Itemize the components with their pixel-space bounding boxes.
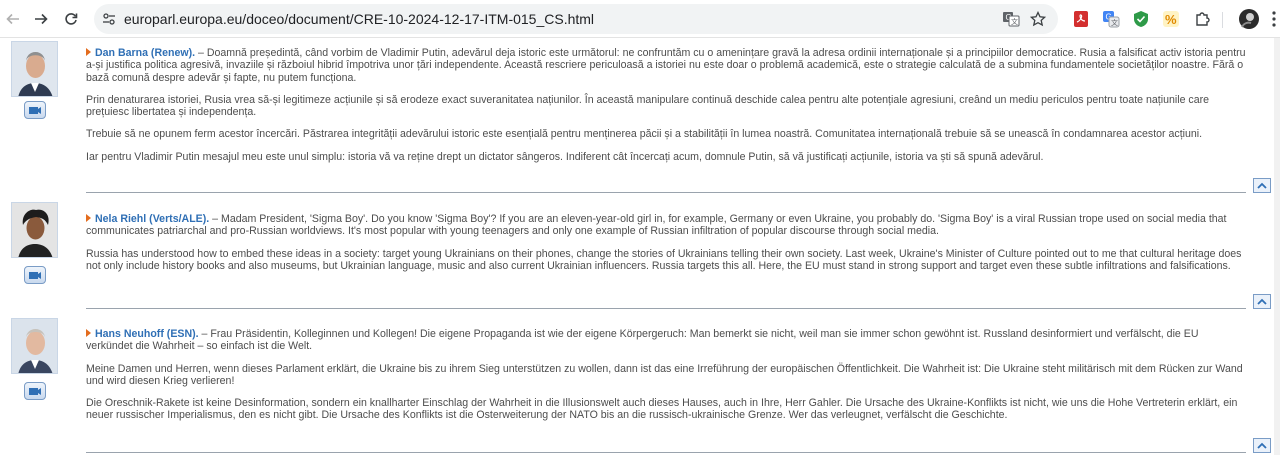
svg-text:文: 文 [1011, 17, 1018, 26]
speech-paragraph: – Doamnă președintă, când vorbim de Vlad… [86, 47, 1246, 84]
video-camera-icon [29, 387, 41, 395]
browser-menu-button[interactable] [1264, 9, 1280, 29]
video-camera-icon [29, 106, 41, 114]
forward-button[interactable] [28, 6, 54, 32]
coupon-extension-icon: % [1163, 11, 1179, 27]
speech-nela-riehl: Nela Riehl (Verts/ALE). – Madam Presiden… [86, 213, 1246, 282]
translate-extension-button[interactable]: G文 [1101, 9, 1121, 29]
speech-divider [86, 192, 1246, 193]
reload-button[interactable] [58, 6, 84, 32]
toolbar-separator [1222, 12, 1223, 28]
translate-icon: G文 [1003, 12, 1020, 27]
speaker-photo-hans-neuhoff [11, 318, 58, 374]
speaker-name-link[interactable]: Hans Neuhoff (ESN). [95, 328, 199, 340]
star-icon [1030, 11, 1046, 27]
speech-hans-neuhoff: Hans Neuhoff (ESN). – Frau Präsidentin, … [86, 328, 1246, 432]
back-to-top-button[interactable] [1253, 178, 1271, 193]
scrollbar[interactable] [1274, 38, 1280, 455]
coupon-extension-button[interactable]: % [1161, 9, 1181, 29]
orange-arrow-icon [86, 48, 91, 56]
speech-paragraph: – Frau Präsidentin, Kolleginnen und Koll… [86, 328, 1199, 353]
speaker-photo-nela-riehl [11, 202, 58, 258]
url-text[interactable]: europarl.europa.eu/doceo/document/CRE-10… [124, 11, 594, 27]
address-bar[interactable]: europarl.europa.eu/doceo/document/CRE-10… [94, 4, 1058, 34]
page-content: Dan Barna (Renew). – Doamnă președintă, … [0, 38, 1280, 455]
extensions-button[interactable] [1193, 9, 1213, 29]
profile-button[interactable] [1238, 8, 1260, 30]
speaker-name-link[interactable]: Nela Riehl (Verts/ALE). [95, 213, 209, 225]
speaker-photo-dan-barna [11, 41, 58, 97]
speech-divider [86, 308, 1246, 309]
orange-arrow-icon [86, 214, 91, 222]
speech-paragraph: Iar pentru Vladimir Putin mesajul meu es… [86, 150, 1044, 163]
chevron-up-icon [1257, 182, 1267, 189]
video-button[interactable] [24, 382, 46, 400]
video-camera-icon [29, 271, 41, 279]
puzzle-extensions-icon [1196, 12, 1210, 26]
speech-dan-barna: Dan Barna (Renew). – Doamnă președintă, … [86, 47, 1246, 173]
reload-icon [65, 13, 78, 25]
translate-extension-icon: G文 [1103, 11, 1120, 28]
kebab-menu-icon [1272, 11, 1276, 27]
speech-paragraph: Prin denaturarea istoriei, Rusia vrea să… [86, 93, 1210, 119]
speaker-name-link[interactable]: Dan Barna (Renew). [95, 47, 195, 59]
translate-page-button[interactable]: G文 [1002, 10, 1020, 28]
arrow-right-icon [35, 13, 48, 25]
chevron-up-icon [1257, 442, 1267, 449]
speech-paragraph: Die Oreschnik-Rakete ist keine Desinform… [86, 397, 1238, 422]
back-to-top-button[interactable] [1253, 438, 1271, 453]
shield-extension-button[interactable] [1131, 9, 1151, 29]
chevron-up-icon [1257, 298, 1267, 305]
speech-paragraph: Russia has understood how to embed these… [86, 247, 1242, 272]
video-button[interactable] [24, 266, 46, 284]
site-info-icon[interactable] [102, 12, 116, 26]
orange-arrow-icon [86, 329, 91, 337]
pdf-extension-icon [1074, 11, 1088, 27]
bookmark-button[interactable] [1029, 10, 1047, 28]
arrow-left-icon [6, 13, 19, 25]
speech-paragraph: – Madam President, 'Sigma Boy'. Do you k… [86, 213, 1227, 238]
speech-paragraph: Meine Damen und Herren, wenn dieses Parl… [86, 362, 1243, 387]
browser-toolbar: europarl.europa.eu/doceo/document/CRE-10… [0, 0, 1280, 38]
back-button[interactable] [0, 6, 26, 32]
pdf-extension-button[interactable] [1071, 9, 1091, 29]
speech-divider [86, 452, 1246, 453]
shield-extension-icon [1134, 11, 1148, 27]
profile-avatar [1239, 9, 1259, 29]
back-to-top-button[interactable] [1253, 294, 1271, 309]
svg-text:%: % [1165, 12, 1177, 27]
video-button[interactable] [24, 101, 46, 119]
speech-paragraph: Trebuie să ne opunem ferm acestor încerc… [86, 128, 1203, 141]
svg-text:文: 文 [1111, 18, 1118, 27]
